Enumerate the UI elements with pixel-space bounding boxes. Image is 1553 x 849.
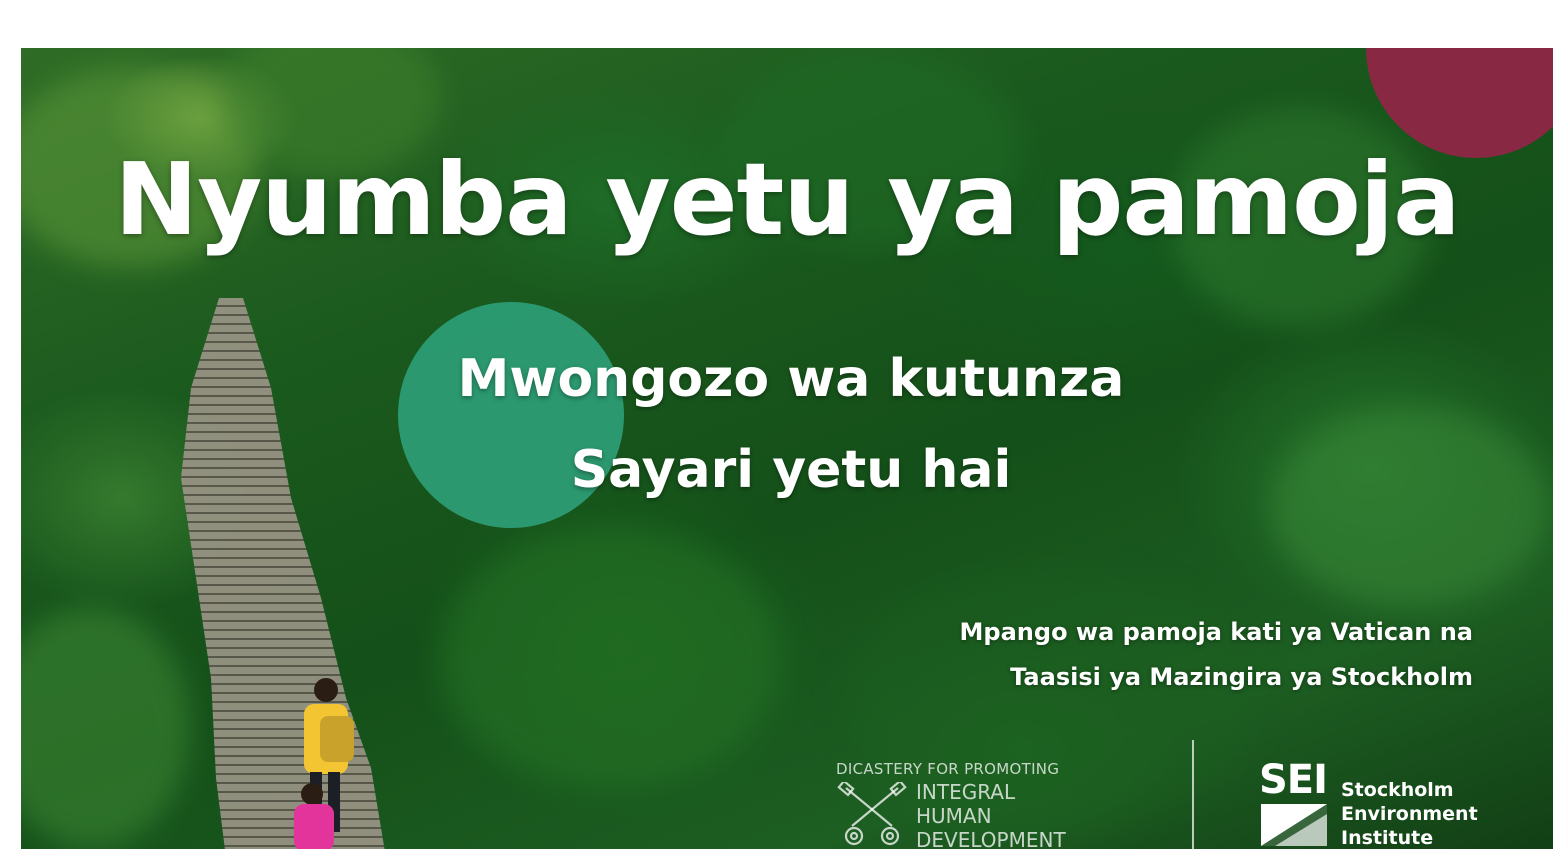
logo-divider: [1192, 740, 1194, 849]
hiker-figures: [294, 678, 354, 849]
dicastery-logo: DICASTERY FOR PROMOTING INTEGRAL HUMAN D…: [836, 760, 1126, 849]
dicastery-name: INTEGRAL HUMAN DEVELOPMENT: [916, 780, 1066, 849]
dicastery-line-1: INTEGRAL: [916, 780, 1016, 804]
foliage-texture: [441, 528, 781, 788]
partnership-line-2: Taasisi ya Mazingira ya Stockholm: [1010, 663, 1473, 691]
sei-name: Stockholm Environment Institute: [1341, 778, 1478, 849]
dicastery-line-3: DEVELOPMENT: [916, 828, 1066, 849]
sei-name-line-2: Environment: [1341, 803, 1478, 825]
page-title: Nyumba yetu ya pamoja: [114, 141, 1460, 258]
foliage-texture: [21, 608, 191, 848]
sei-mark: SEI: [1259, 757, 1328, 803]
sei-name-line-3: Institute: [1341, 827, 1434, 849]
foliage-texture: [1271, 408, 1551, 608]
partnership-statement: Mpango wa pamoja kati ya Vatican na Taas…: [960, 610, 1473, 700]
subtitle-line-2: Sayari yetu hai: [570, 440, 1012, 500]
dicastery-line-2: HUMAN: [916, 804, 992, 828]
sei-name-line-1: Stockholm: [1341, 779, 1454, 801]
dicastery-top-line: DICASTERY FOR PROMOTING: [836, 760, 1060, 778]
hero-banner: Nyumba yetu ya pamoja Mwongozo wa kutunz…: [21, 48, 1553, 849]
sei-wedge-icon: [1261, 804, 1327, 846]
subtitle-line-1: Mwongozo wa kutunza: [457, 349, 1125, 409]
crossed-keys-icon: [837, 782, 907, 846]
partnership-line-1: Mpango wa pamoja kati ya Vatican na: [959, 618, 1473, 646]
sei-logo: SEI Stockholm Environment Institute: [1259, 760, 1489, 849]
